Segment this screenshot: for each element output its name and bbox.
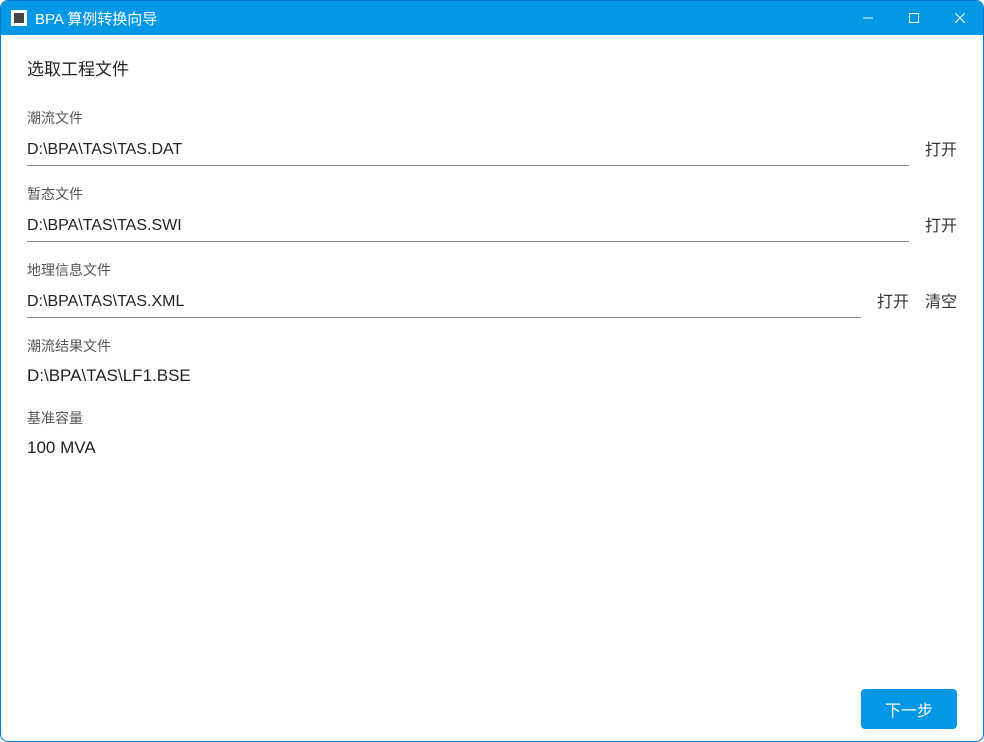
- next-button[interactable]: 下一步: [861, 689, 957, 729]
- result-label: 潮流结果文件: [27, 336, 957, 356]
- geo-open-button[interactable]: 打开: [877, 288, 909, 318]
- field-transient: 暂态文件 打开: [27, 184, 957, 242]
- geo-clear-button[interactable]: 清空: [925, 288, 957, 318]
- transient-label: 暂态文件: [27, 184, 957, 204]
- section-title: 选取工程文件: [27, 55, 957, 80]
- app-icon: [11, 10, 27, 26]
- maximize-icon: [909, 13, 919, 23]
- base-capacity-label: 基准容量: [27, 408, 957, 428]
- field-result: 潮流结果文件 D:\BPA\TAS\LF1.BSE: [27, 336, 957, 390]
- transient-open-button[interactable]: 打开: [925, 212, 957, 242]
- close-icon: [955, 13, 965, 23]
- field-base-capacity: 基准容量 100 MVA: [27, 408, 957, 462]
- window-title: BPA 算例转换向导: [35, 8, 157, 29]
- result-value: D:\BPA\TAS\LF1.BSE: [27, 364, 957, 390]
- power-flow-input[interactable]: [27, 137, 909, 166]
- power-flow-open-button[interactable]: 打开: [925, 136, 957, 166]
- base-capacity-value: 100 MVA: [27, 436, 957, 462]
- minimize-icon: [863, 13, 873, 23]
- field-geo: 地理信息文件 打开 清空: [27, 260, 957, 318]
- geo-input[interactable]: [27, 289, 861, 318]
- close-button[interactable]: [937, 1, 983, 35]
- maximize-button[interactable]: [891, 1, 937, 35]
- power-flow-label: 潮流文件: [27, 108, 957, 128]
- content-area: 选取工程文件 潮流文件 打开 暂态文件 打开 地理信息文件 打开 清空: [1, 35, 983, 741]
- window: BPA 算例转换向导 选取工程文件 潮流文件 打开 暂态文件 打开: [0, 0, 984, 742]
- minimize-button[interactable]: [845, 1, 891, 35]
- geo-label: 地理信息文件: [27, 260, 957, 280]
- titlebar: BPA 算例转换向导: [1, 1, 983, 35]
- footer: 下一步: [27, 681, 957, 729]
- field-power-flow: 潮流文件 打开: [27, 108, 957, 166]
- transient-input[interactable]: [27, 213, 909, 242]
